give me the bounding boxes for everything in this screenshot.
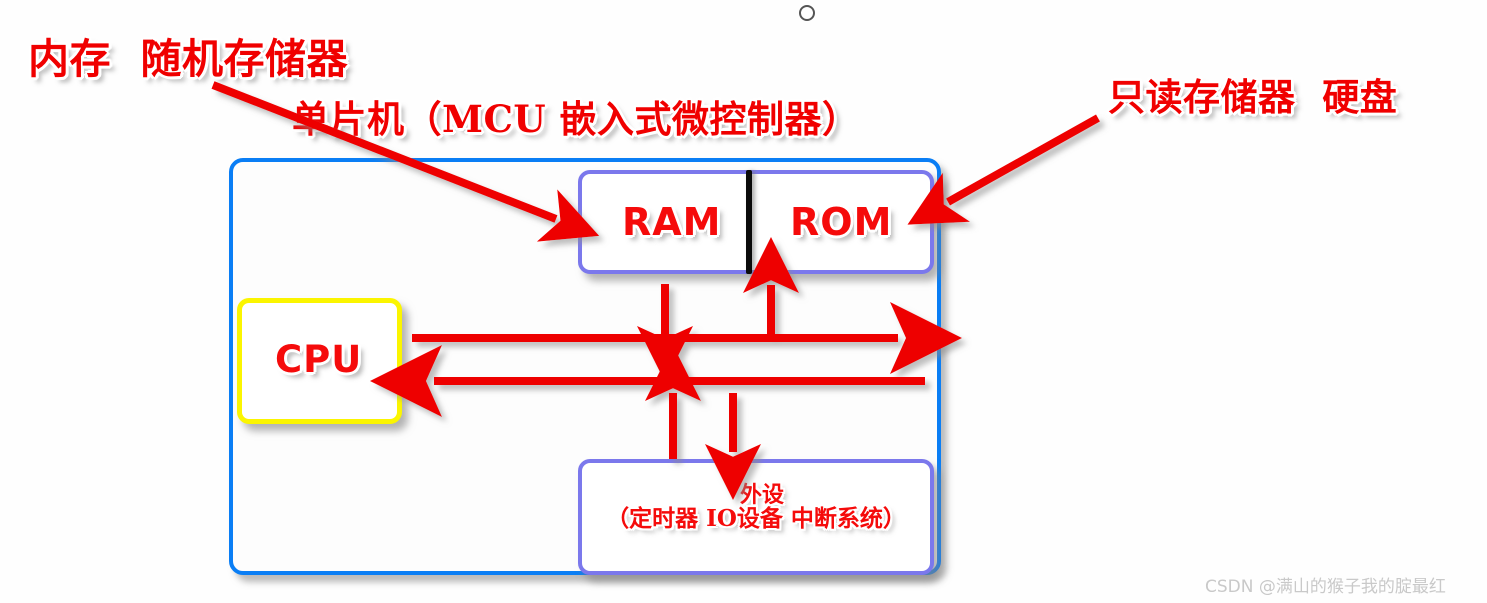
peripheral-label-line1: 外设 [739,482,784,508]
annotation-arrow-rom [907,114,1100,225]
peripheral-label-line2: （定时器 IO设备 中断系统） [606,505,906,532]
cpu-label: CPU [275,338,363,381]
annotation-rom-label: 只读存储器 硬盘 [1108,75,1398,119]
ram-label: RAM [622,200,722,244]
annotation-memory-label: 内存 随机存储器 [28,35,349,83]
rom-label: ROM [790,200,893,244]
annotation-mcu-title: 单片机（MCU 嵌入式微控制器） [292,97,860,141]
csdn-watermark: CSDN @满山的猴子我的腚最红 [1205,577,1446,597]
stray-circle-mark [799,5,815,21]
peripheral-label-group: 外设 （定时器 IO设备 中断系统） [578,484,934,530]
diagram-canvas: 内存 随机存储器 单片机（MCU 嵌入式微控制器） 只读存储器 硬盘 CPU R… [0,0,1487,603]
memory-divider-line [746,170,752,274]
